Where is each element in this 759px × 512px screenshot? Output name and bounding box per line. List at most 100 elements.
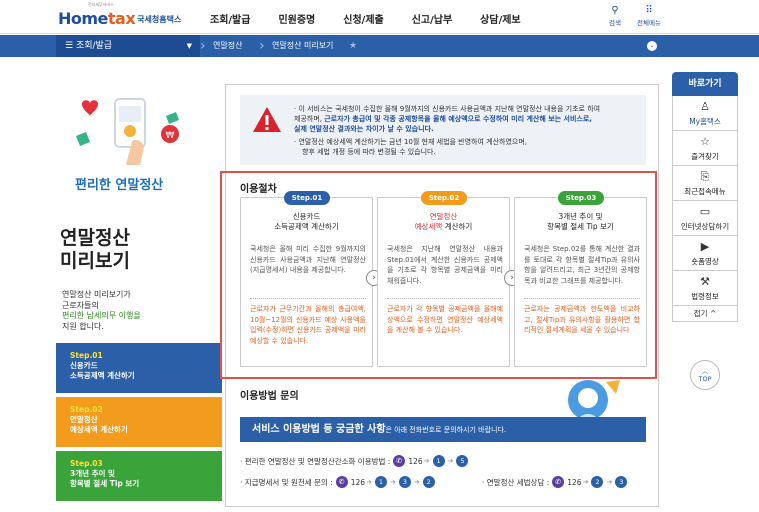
step2-card-title-line2b: 계산하기	[442, 222, 473, 231]
phone-icon: ✆	[393, 455, 406, 467]
step2-card-title: 연말정산 예상세액 계산하기	[378, 212, 509, 232]
top-label: TOP	[698, 375, 712, 383]
phone-icon: ✆	[552, 476, 565, 488]
quick-item-label: 최근접속메뉴	[684, 187, 726, 196]
contact-line1: · 편리한 연말정산 및 연말정산간소화 이용방법 : ✆ 126 ➔ 1 ➔ 5	[240, 455, 470, 467]
contact3-label: · 연말정산 세법상담 :	[482, 477, 550, 487]
breadcrumb-preview[interactable]: 연말정산 미리보기	[272, 35, 333, 57]
quick-item-label: My홈택스	[689, 117, 721, 126]
gnb-item-apply[interactable]: 신청/제출	[343, 11, 383, 26]
notice-box: · 이 서비스는 국세청이 수집한 올해 9월까지의 신용카드 사용금액과 지난…	[240, 95, 646, 165]
page-title: 연말정산 미리보기	[60, 227, 130, 273]
desc-line2: 근로자들의	[62, 300, 99, 310]
hamburger-icon: ☰	[65, 41, 76, 51]
quick-item-label: 즐겨찾기	[691, 152, 719, 161]
logo-org: 국세청홈택스	[137, 15, 182, 24]
phone-icon: ✆	[335, 476, 348, 488]
quick-online-consult[interactable]: ▭ 인터넷상담하기	[672, 201, 738, 236]
expand-chevron-icon[interactable]: ⌄	[647, 41, 657, 51]
breadcrumb-separator-icon: ›	[259, 38, 265, 54]
step2-card-note: 근로자가 각 항목별 공제금액을 올해예상액으로 수정하면 연말정산 예상세액을…	[387, 305, 503, 334]
contact2-label: · 지급명세서 및 원천세 문의 :	[240, 477, 333, 487]
favorite-star-icon[interactable]: ★	[349, 35, 357, 57]
search-icon: ⚲	[611, 5, 619, 16]
quick-favorites[interactable]: ☆ 즐겨찾기	[672, 131, 738, 166]
gnb-item-report[interactable]: 신고/납부	[412, 11, 452, 26]
step1-card-title: 신용카드 소득공제액 계산하기	[241, 212, 372, 232]
search-button[interactable]: ⚲ 검색	[598, 5, 632, 27]
step3-badge: Step.03	[558, 191, 604, 205]
step2-card-body: 국세청은 지난해 연말정산 내용과 Step.01에서 계산한 신용카드 공제액…	[387, 245, 503, 285]
divider	[524, 298, 640, 299]
contact1-phone: 126	[408, 456, 423, 466]
gnb-item-inquiry[interactable]: 조회/발급	[210, 11, 250, 26]
step3-card-title-line2: 항목별 절세 Tip 보기	[547, 222, 614, 231]
warning-icon	[253, 107, 281, 132]
quick-item-label: 인터넷상담하기	[680, 222, 730, 231]
step1-card-body: 국세청은 올해 미리 수집한 9월까지의 신용카드 사용금액과 지난해 연말정산…	[250, 245, 366, 274]
step1-card-title-line1: 신용카드	[292, 212, 321, 221]
menu-number-1: 2	[591, 476, 604, 488]
location-bar: ☰ 조회/발급 ▼ › 연말정산 › 연말정산 미리보기 ★ ⌄	[0, 35, 759, 57]
step3-line1: 3개년 추이 및	[70, 469, 115, 478]
page-description: 연말정산 미리보기가 근로자들의 편리한 납세의무 이행을 지원 합니다.	[62, 290, 141, 332]
quick-menu-title: 바로가기	[672, 72, 738, 96]
gnb-item-certificate[interactable]: 민원증명	[278, 11, 315, 26]
step1-line2: 소득공제액 계산하기	[70, 371, 135, 380]
quick-my-hometax[interactable]: ♙ My홈택스	[672, 96, 738, 131]
menu-dropdown[interactable]: ☰ 조회/발급 ▼	[56, 35, 200, 57]
menu-dropdown-label: 조회/발급	[75, 41, 113, 51]
menu-number-2: 3	[615, 476, 628, 488]
top-header: 전자세무서비스 Hometax 국세청홈택스 조회/발급 민원증명 신청/제출 …	[0, 0, 759, 34]
step1-card-note: 근로자가 근무기간과 올해의 총급여액, 10월~12월의 신용카드 예상 사용…	[250, 305, 366, 345]
menu-number-3: 2	[422, 476, 435, 488]
notice-line4: · 연말정산 예상세액 계산하기는 금년 10월 현재 세법을 반영하여 계산하…	[294, 138, 528, 146]
monitor-icon: ▭	[699, 205, 711, 218]
step1-button[interactable]: Step.01 신용카드 소득공제액 계산하기	[56, 343, 222, 393]
step1-card-title-line2: 소득공제액 계산하기	[274, 222, 339, 231]
logo-brand-tax: tax	[107, 9, 136, 28]
divider	[387, 298, 503, 299]
logo-brand-home: Home	[58, 9, 108, 28]
breadcrumb-separator-icon: ›	[200, 38, 206, 54]
gnb-item-consult[interactable]: 상담/제보	[480, 11, 520, 26]
caret-down-icon: ▼	[186, 42, 192, 50]
menu-number-2: 3	[398, 476, 411, 488]
page-title-line2: 미리보기	[60, 250, 130, 272]
step1-line1: 신용카드	[70, 361, 98, 370]
hometax-logo[interactable]: 전자세무서비스 Hometax 국세청홈택스	[58, 2, 182, 28]
scroll-top-button[interactable]: ︿ TOP	[690, 360, 720, 390]
quick-short-video[interactable]: ▶ 숏폼영상	[672, 236, 738, 271]
contact1-label: · 편리한 연말정산 및 연말정산간소화 이용방법 :	[240, 456, 391, 466]
step2-button[interactable]: Step.02 연말정산 예상세액 계산하기	[56, 397, 222, 447]
step1-card: Step.01 신용카드 소득공제액 계산하기 국세청은 올해 미리 수집한 9월…	[240, 191, 373, 367]
notice-line2b: 근로자가 총급여 및 각종 공제항목을 올해 예상액으로 수정하여 미리 계산해…	[324, 115, 592, 123]
notice-line3: 실제 연말정산 결과와는 차이가 날 수 있습니다.	[294, 125, 434, 133]
breadcrumb-year-end[interactable]: 연말정산	[213, 35, 242, 57]
illustration-title: 편리한 연말정산	[75, 178, 164, 193]
step3-number: Step.03	[70, 459, 103, 468]
inquiry-banner-bold: 서비스 이용방법 등 궁금한 사항	[252, 424, 386, 435]
step1-badge: Step.01	[284, 191, 330, 205]
all-menu-button[interactable]: ⠿ 전체메뉴	[632, 5, 666, 27]
contact3-phone: 126	[567, 477, 582, 487]
contact-line2: · 지급명세서 및 원천세 문의 : ✆ 126 ➔ 1 ➔ 3 ➔ 2	[240, 476, 437, 488]
step2-line1: 연말정산	[70, 415, 98, 424]
step3-button[interactable]: Step.03 3개년 추이 및 항목별 절세 Tip 보기	[56, 451, 222, 501]
inquiry-title: 이용방법 문의	[240, 391, 299, 402]
notice-line5: 향후 세법 개정 등에 따라 변경될 수 있습니다.	[302, 148, 436, 156]
step3-line2: 항목별 절세 Tip 보기	[70, 479, 140, 488]
quick-law-info[interactable]: ⚒ 법령정보	[672, 271, 738, 306]
menu-number-2: 5	[456, 455, 469, 467]
tax-illustration: ₩	[76, 98, 179, 165]
quick-item-label: 법령정보	[691, 292, 719, 301]
desc-line3: 편리한 납세의무 이행을	[62, 311, 141, 320]
desc-line4: 지원 합니다.	[62, 321, 104, 331]
quick-menu-collapse[interactable]: 접기 ^	[672, 306, 738, 322]
quick-recent-menu[interactable]: ⎘ 최근접속메뉴	[672, 166, 738, 201]
contact-line3: · 연말정산 세법상담 : ✆ 126 ➔ 2 ➔ 3	[482, 476, 629, 488]
step2-card: Step.02 연말정산 예상세액 계산하기 국세청은 지난해 연말정산 내용과 …	[377, 191, 510, 367]
page-title-line1: 연말정산	[60, 227, 130, 249]
quick-item-label: 숏폼영상	[691, 257, 719, 266]
step3-card-body: 국세청은 Step.02를 통해 계산한 결과를 토대로 각 항목별 절세Tip…	[524, 245, 640, 285]
